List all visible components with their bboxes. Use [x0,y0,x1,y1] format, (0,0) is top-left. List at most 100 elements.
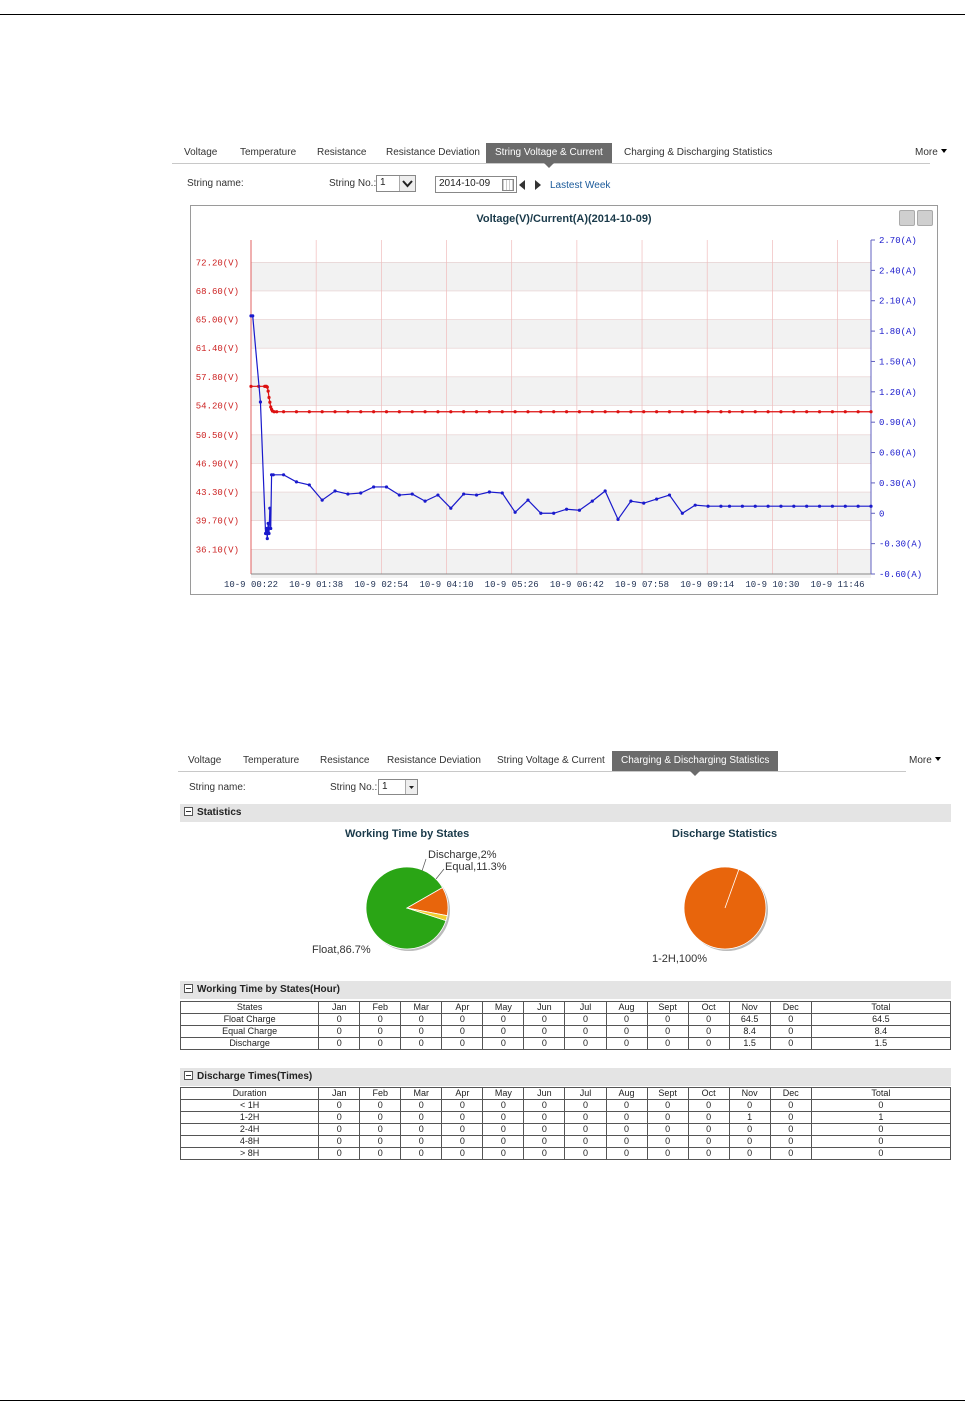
string-no-value: 1 [380,177,386,188]
tab-voltage[interactable]: Voltage [184,143,217,163]
date-input[interactable]: 2014-10-09 [435,176,517,193]
discharge-pie [683,866,768,951]
collapse-icon[interactable] [184,807,193,816]
table-cell: < 1H [179,1099,320,1112]
column-header: Total [810,1001,952,1014]
more-label: More [915,147,938,158]
tab-temperature[interactable]: Temperature [240,143,296,163]
tab-voltage[interactable]: Voltage [188,751,221,771]
data-point [655,410,659,414]
tab-resistance[interactable]: Resistance [320,751,369,771]
tab-resistance[interactable]: Resistance [317,143,366,163]
string-no-label: String No.: [330,782,378,793]
data-point [264,526,269,531]
data-point [346,492,350,496]
statistics-section-header[interactable]: Statistics [180,804,951,822]
string-no-select[interactable]: 1 [376,175,416,192]
more-menu-bottom[interactable]: More [909,751,941,771]
data-point [410,492,414,496]
data-point [792,410,796,414]
table-cell: 0 [359,1037,402,1050]
data-point [266,389,270,393]
table-cell: 0 [769,1135,812,1148]
column-header: Nov [728,1001,771,1014]
string-name-label: String name: [187,178,244,189]
table-row: 2-4H 0 0 0 0 0 0 0 0 0 0 0 0 0 [179,1123,952,1136]
column-header: Jun [523,1001,566,1014]
y-left-tick-label: 39.70(V) [196,517,239,527]
y-right-tick-label: -0.30(A) [879,540,922,550]
table-cell: > 8H [179,1147,320,1160]
string-no-label: String No.: [329,178,377,189]
data-point [372,410,376,414]
data-point [856,504,860,508]
caret-down-icon [934,757,941,761]
chevron-down-icon [399,176,415,191]
table-cell: 0 [482,1037,525,1050]
tab-string-voltage-current[interactable]: String Voltage & Current [486,143,612,168]
working-time-section-header[interactable]: Working Time by States(Hour) [180,981,951,999]
refresh-icon[interactable] [917,210,933,226]
next-day-icon[interactable] [535,180,541,190]
data-point [779,410,783,414]
prev-day-icon[interactable] [519,180,525,190]
tab-charging-discharging-statistics[interactable]: Charging & Discharging Statistics [612,751,779,776]
table-cell: 0 [359,1099,402,1112]
table-cell: 0 [318,1111,361,1124]
y-right-tick-label: 1.80(A) [879,327,917,337]
active-tab-notch [690,771,701,776]
table-cell: 0 [646,1111,689,1124]
column-header: Dec [769,1001,812,1014]
table-cell: 0 [318,1147,361,1160]
latest-week-link[interactable]: Lastest Week [550,180,610,191]
data-point [294,410,299,414]
table-cell: 0 [482,1147,525,1160]
data-point [766,504,770,508]
table-cell: 0 [564,1013,607,1026]
data-point [526,410,530,414]
column-header: Aug [605,1001,648,1014]
table-cell: 0 [687,1123,730,1136]
data-point [281,473,286,477]
table-cell: 0 [318,1025,361,1038]
tab-temperature[interactable]: Temperature [243,751,299,771]
tab-charging-discharging-statistics[interactable]: Charging & Discharging Statistics [624,143,772,163]
column-header: Jul [564,1001,607,1014]
table-cell: 0 [523,1099,566,1112]
data-point [500,491,504,495]
discharge-times-section-header[interactable]: Discharge Times(Times) [180,1068,951,1086]
tab-string-voltage-current[interactable]: String Voltage & Current [497,751,605,771]
tab-resistance-deviation[interactable]: Resistance Deviation [386,143,480,163]
table-cell: 0 [564,1147,607,1160]
string-no-select[interactable]: 1 [378,779,418,795]
data-point [856,410,860,414]
table-cell: 1.5 [810,1037,952,1050]
collapse-icon[interactable] [184,1071,193,1080]
data-point [268,400,272,404]
table-cell: 0 [564,1037,607,1050]
collapse-icon[interactable] [184,984,193,993]
table-cell: 0 [482,1135,525,1148]
tab-resistance-deviation[interactable]: Resistance Deviation [387,751,481,771]
table-cell: 0 [605,1135,648,1148]
column-header: Apr [441,1001,484,1014]
table-cell: 0 [523,1147,566,1160]
pie2-label: 1-2H,100% [652,953,708,965]
more-menu-bottom-wrap: More [905,751,955,771]
calendar-icon[interactable] [502,179,514,191]
data-point [869,504,873,508]
zoom-out-icon[interactable] [899,210,915,226]
data-point [397,493,401,497]
data-point [642,501,646,505]
y-right-tick-label: 0 [879,509,884,519]
data-point [590,499,594,503]
grid-band [251,434,871,464]
table-row: < 1H 0 0 0 0 0 0 0 0 0 0 0 0 0 [179,1099,952,1112]
table-cell: Float Charge [179,1013,320,1026]
more-menu-top[interactable]: More [915,143,947,163]
y-left-tick-label: 36.10(V) [196,545,239,555]
table-cell: 0 [769,1147,812,1160]
chart-frame: Voltage(V)/Current(A)(2014-10-09) 72.20(V… [190,205,938,595]
chevron-down-icon [405,780,417,794]
table-cell: 0 [728,1123,771,1136]
